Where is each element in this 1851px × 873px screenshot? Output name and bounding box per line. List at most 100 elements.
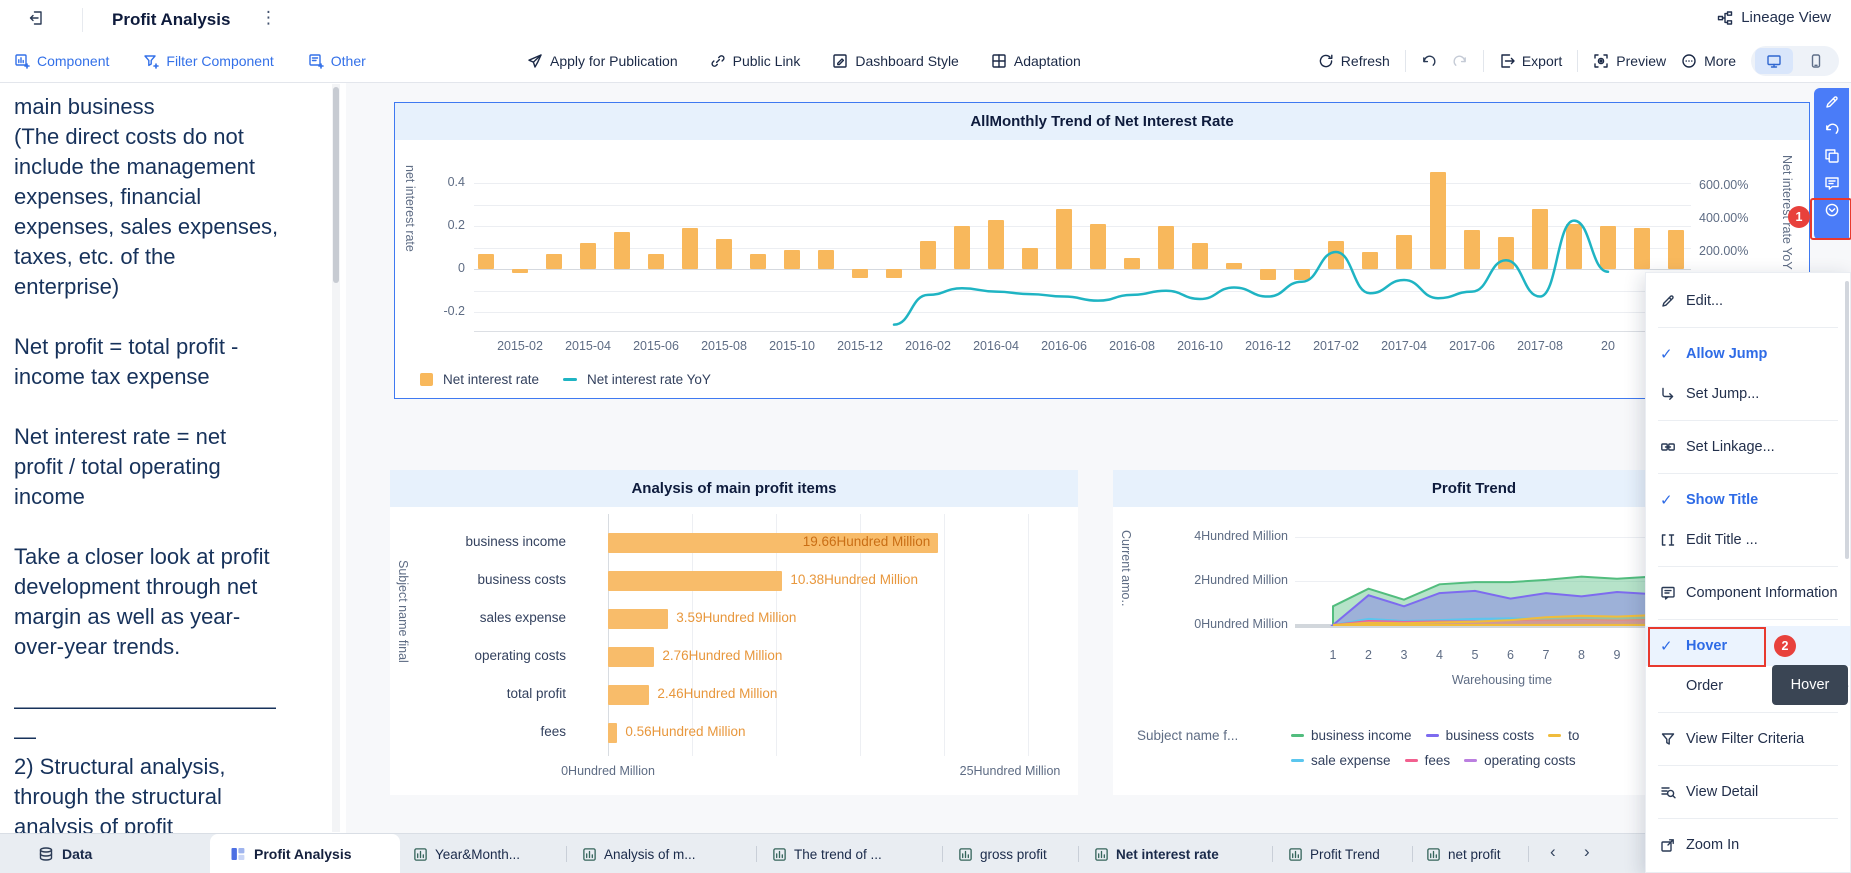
legend-label[interactable]: Net interest rate YoY xyxy=(587,372,711,387)
chart-analysis-of-main-profit-items[interactable]: Analysis of main profit items Subject nam… xyxy=(390,470,1078,795)
adaptation-button[interactable]: Adaptation xyxy=(991,53,1081,69)
sidebar-scrollbar-thumb[interactable] xyxy=(333,87,339,283)
legend-label[interactable]: fees xyxy=(1425,753,1451,768)
chain-icon xyxy=(1660,439,1686,455)
jump-icon xyxy=(1660,386,1686,402)
menu-item-view-detail[interactable]: View Detail xyxy=(1646,772,1850,812)
menu-item-label: View Detail xyxy=(1686,784,1759,800)
redo-icon[interactable] xyxy=(1452,53,1468,69)
tabs-scroll-left-icon[interactable]: ‹ xyxy=(1550,842,1556,862)
bar-operating-costs[interactable] xyxy=(608,647,655,667)
menu-item-set-jump[interactable]: Set Jump... xyxy=(1646,374,1850,414)
undo-component-icon[interactable] xyxy=(1824,121,1840,137)
comment-icon[interactable] xyxy=(1824,175,1840,191)
x-axis-tick: 6 xyxy=(1507,648,1514,662)
legend-label[interactable]: operating costs xyxy=(1484,753,1576,768)
menu-item-edit-title[interactable]: Edit Title ... xyxy=(1646,520,1850,560)
notes-text-line: Take a closer look at profit xyxy=(14,544,270,569)
notes-text-line: expenses, financial xyxy=(14,184,202,209)
legend-label[interactable]: to xyxy=(1568,728,1579,743)
tab-year-month[interactable]: Year&Month... xyxy=(413,834,520,873)
menu-item-label: Order xyxy=(1686,678,1724,694)
bar-total-profit[interactable] xyxy=(608,685,650,705)
tab-separator xyxy=(942,846,943,862)
tab-gross-profit[interactable]: gross profit xyxy=(958,834,1047,873)
chart-tab-icon xyxy=(958,847,973,862)
undo-icon[interactable] xyxy=(1421,53,1437,69)
tab-separator xyxy=(1272,846,1273,862)
notes-text-line: — xyxy=(14,724,36,749)
bar-fees[interactable] xyxy=(608,723,618,743)
tab-profit-analysis-active[interactable]: Profit Analysis xyxy=(210,834,400,873)
edit-component-icon[interactable] xyxy=(1824,94,1840,110)
x-axis-tick: 8 xyxy=(1578,648,1585,662)
tabs-scroll-right-icon[interactable]: › xyxy=(1584,842,1590,862)
menu-item-show-title[interactable]: ✓ Show Title xyxy=(1646,480,1850,520)
notes-text-line: expenses, sales expenses, xyxy=(14,214,279,239)
refresh-button[interactable]: Refresh xyxy=(1318,53,1390,69)
apply-for-publication-button[interactable]: Apply for Publication xyxy=(527,53,678,69)
copy-component-icon[interactable] xyxy=(1824,148,1840,164)
x-axis-label: Warehousing time xyxy=(1451,673,1553,687)
menu-item-view-filter-criteria[interactable]: View Filter Criteria xyxy=(1646,719,1850,759)
chart-monthly-net-interest-rate[interactable]: AllMonthly Trend of Net Interest Rate 0.4… xyxy=(394,102,1810,399)
menu-item-component-information[interactable]: Component Information xyxy=(1646,573,1850,613)
menu-item-hover[interactable]: ✓ Hover 2 xyxy=(1646,626,1850,667)
notes-text-line: ————————————— xyxy=(14,694,276,719)
legend-label[interactable]: business costs xyxy=(1446,728,1535,743)
public-link-button[interactable]: Public Link xyxy=(710,53,800,69)
bar-business-costs[interactable] xyxy=(608,571,783,591)
category-label: business costs xyxy=(477,572,566,587)
menu-divider xyxy=(1658,420,1838,421)
chart-analysis-of-main-profit-items-title: Analysis of main profit items xyxy=(631,480,837,497)
preview-button[interactable]: Preview xyxy=(1593,53,1666,69)
legend-label[interactable]: sale expense xyxy=(1311,753,1391,768)
tab-the-trend-of[interactable]: The trend of ... xyxy=(772,834,882,873)
menu-item-label: Component Information xyxy=(1686,585,1838,601)
menu-item-order[interactable]: Order›Hover xyxy=(1646,665,1850,706)
x-axis-tick: 9 xyxy=(1613,648,1621,662)
bar-sales-expense[interactable] xyxy=(608,609,669,629)
tab-profit-trend[interactable]: Profit Trend xyxy=(1288,834,1380,873)
other-button[interactable]: Other xyxy=(308,53,366,69)
info-bubble-icon xyxy=(1660,585,1686,601)
x-axis-tick: 2 xyxy=(1365,648,1372,662)
tab-analysis-of-m[interactable]: Analysis of m... xyxy=(582,834,696,873)
dashboard-style-button[interactable]: Dashboard Style xyxy=(832,53,959,69)
notes-text-line: Net profit = total profit - xyxy=(14,334,239,359)
category-label: operating costs xyxy=(474,648,566,663)
notes-text-component[interactable]: main business (The direct costs do not inc… xyxy=(0,82,346,833)
menu-item-set-linkage[interactable]: Set Linkage... xyxy=(1646,427,1850,467)
legend-label[interactable]: Net interest rate xyxy=(443,372,539,387)
tab-net-interest-rate[interactable]: Net interest rate xyxy=(1094,834,1219,873)
lineage-view-button[interactable]: Lineage View xyxy=(1717,9,1831,26)
legend-label[interactable]: business income xyxy=(1311,728,1412,743)
menu-scrollbar[interactable] xyxy=(1845,281,1849,559)
tab-data[interactable]: Data xyxy=(38,834,92,873)
more-button[interactable]: More xyxy=(1681,53,1736,69)
tab-separator xyxy=(756,846,757,862)
context-menu: Edit... ✓ Allow Jump Set Jump... Set Linkage… xyxy=(1645,272,1851,873)
desktop-view-button[interactable] xyxy=(1755,48,1793,74)
mobile-view-button[interactable] xyxy=(1797,48,1835,74)
dashboard-style-icon xyxy=(832,53,848,69)
category-label: business income xyxy=(465,534,566,549)
export-button[interactable]: Export xyxy=(1499,53,1562,69)
line-net-interest-rate-yoy xyxy=(892,219,1610,326)
chart-tab-icon xyxy=(582,847,597,862)
menu-item-label: Set Jump... xyxy=(1686,386,1760,402)
menu-divider xyxy=(1658,473,1838,474)
filter-component-button[interactable]: Filter Component xyxy=(143,53,274,69)
page-title: Profit Analysis xyxy=(112,10,231,29)
tab-net-profit[interactable]: net profit xyxy=(1426,834,1501,873)
menu-item-zoom-in[interactable]: Zoom In xyxy=(1646,825,1850,865)
kebab-menu-icon[interactable]: ⋮ xyxy=(260,8,277,28)
exit-icon[interactable] xyxy=(28,10,44,26)
app-root: Profit Analysis ⋮ Lineage View Component… xyxy=(0,0,1851,873)
notes-text-line: enterprise) xyxy=(14,274,120,299)
category-label: sales expense xyxy=(479,610,566,625)
menu-item-edit[interactable]: Edit... xyxy=(1646,281,1850,321)
check-icon: ✓ xyxy=(1660,492,1673,509)
component-button[interactable]: Component xyxy=(14,53,109,69)
menu-item-allow-jump[interactable]: ✓ Allow Jump xyxy=(1646,334,1850,374)
